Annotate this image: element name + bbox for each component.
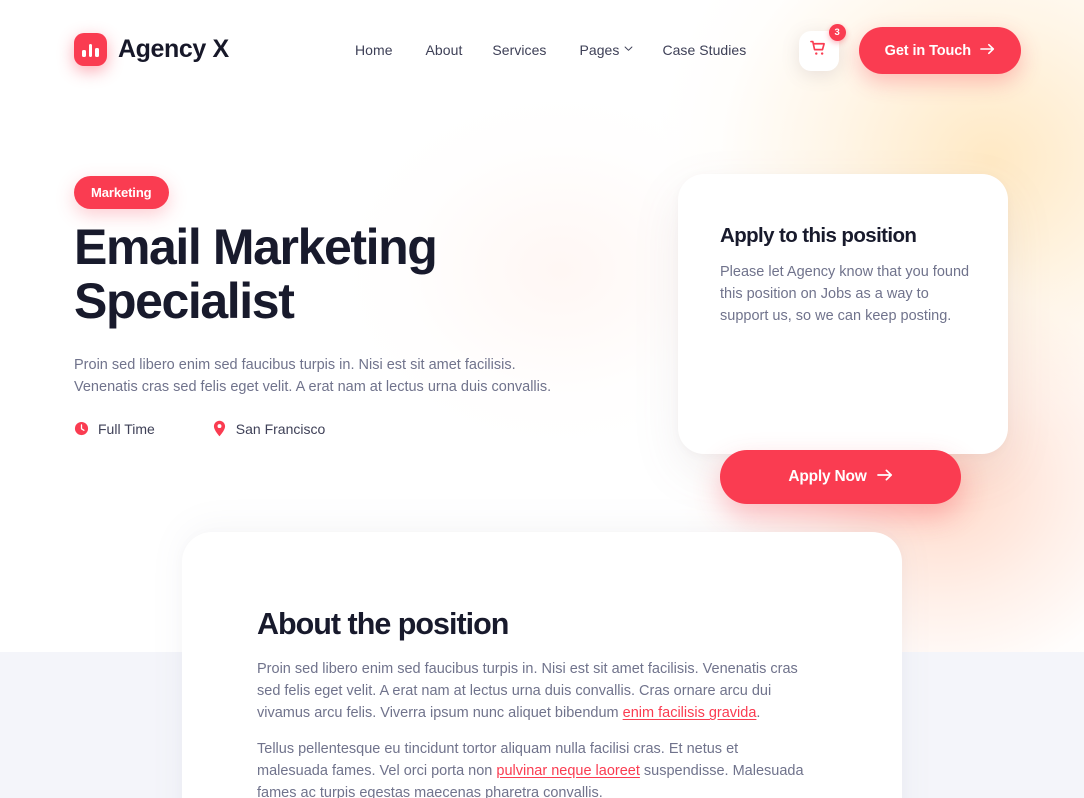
nav-label: About <box>425 42 463 58</box>
job-meta: Full Time San Francisco <box>74 420 325 437</box>
shopping-cart-icon <box>809 39 828 63</box>
nav-item-pages[interactable]: Pages <box>579 42 662 58</box>
job-meta-employment-type: Full Time <box>74 420 155 437</box>
cart-button[interactable]: 3 <box>798 23 846 71</box>
brand-logo[interactable]: Agency X <box>74 33 229 66</box>
about-link-enim-facilisis-gravida[interactable]: enim facilisis gravida <box>623 705 757 721</box>
apply-card: Apply to this position Please let Agency… <box>678 174 1008 504</box>
apply-card-title: Apply to this position <box>720 224 917 247</box>
about-position-card: About the position Proin sed libero enim… <box>182 532 902 798</box>
about-title: About the position <box>257 607 509 641</box>
chevron-down-icon <box>624 44 633 52</box>
nav-item-about[interactable]: About <box>426 42 493 58</box>
about-paragraph-1-tail: . <box>756 705 761 722</box>
hero-description: Proin sed libero enim sed faucibus turpi… <box>74 357 552 395</box>
site-header: Agency X Home About Services Pages Case … <box>0 0 1084 102</box>
about-link-pulvinar-neque-laoreet[interactable]: pulvinar neque laoreet <box>496 763 640 779</box>
job-meta-label: San Francisco <box>235 420 326 437</box>
nav-label: Home <box>355 42 393 58</box>
nav-label: Case Studies <box>662 42 747 58</box>
apply-card-description: Please let Agency know that you found th… <box>720 264 970 324</box>
job-category-badge: Marketing <box>74 176 169 209</box>
arrow-right-icon <box>876 468 893 486</box>
cart-count-badge: 3 <box>828 23 846 41</box>
page-title: Email Marketing Specialist <box>74 219 438 329</box>
get-in-touch-button[interactable]: Get in Touch <box>858 27 1021 74</box>
job-meta-label: Full Time <box>98 420 155 437</box>
header-actions: 3 Get in Touch <box>798 23 1021 74</box>
job-meta-location: San Francisco <box>212 420 325 437</box>
bar-chart-icon <box>74 33 107 66</box>
get-in-touch-label: Get in Touch <box>884 42 971 59</box>
nav-item-services[interactable]: Services <box>492 42 579 58</box>
nav-item-home[interactable]: Home <box>355 42 426 58</box>
apply-now-label: Apply Now <box>788 468 867 485</box>
clock-icon <box>74 420 89 437</box>
location-pin-icon <box>212 420 227 437</box>
nav-label: Services <box>492 42 547 58</box>
about-paragraph-2: Tellus pellentesque eu tincidunt tortor … <box>257 738 813 798</box>
nav-label: Pages <box>579 42 620 58</box>
main-navigation: Home About Services Pages Case Studies <box>355 42 746 58</box>
about-paragraph-1: Proin sed libero enim sed faucibus turpi… <box>257 658 813 725</box>
nav-item-case-studies[interactable]: Case Studies <box>662 42 746 58</box>
apply-now-button[interactable]: Apply Now <box>720 450 961 504</box>
arrow-right-icon <box>980 43 995 59</box>
brand-name: Agency X <box>118 35 229 63</box>
